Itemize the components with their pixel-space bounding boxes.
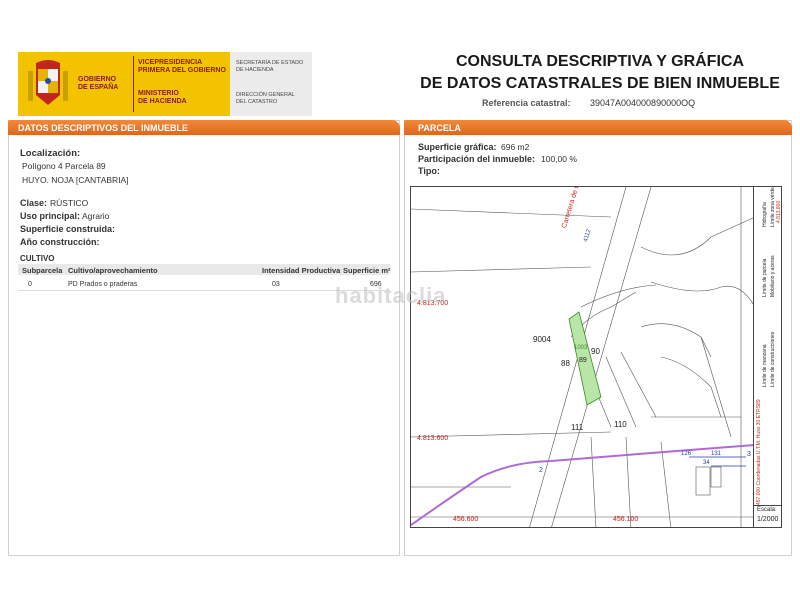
clase-label: Clase: — [20, 198, 48, 208]
ministerio-text: MINISTERIO DE HACIENDA — [138, 90, 187, 105]
participacion-value: 100,00 % — [541, 154, 577, 164]
parcela-panel-title: PARCELA — [418, 123, 461, 133]
superficie-grafica-label: Superficie gráfica: — [418, 142, 497, 152]
legend-red-coord: 4.813.800 — [776, 200, 782, 223]
doc-title-line2: DE DATOS CATASTRALES DE BIEN INMUEBLE — [420, 75, 780, 92]
descriptive-panel — [8, 120, 400, 556]
ref-value: 39047A004000890000OQ — [590, 98, 696, 108]
col-superficie: Superficie m² — [343, 266, 391, 275]
parcel-111: 111 — [571, 423, 584, 432]
clase-value: RÚSTICO — [50, 198, 89, 208]
header-divider — [133, 56, 134, 112]
parcel-110: 110 — [614, 420, 627, 429]
legend-mobiliario: Mobiliario y aceras — [770, 255, 776, 297]
tipo-label: Tipo: — [418, 166, 440, 176]
location-label: Localización: — [20, 148, 81, 159]
col-subparcela: Subparcela — [22, 266, 63, 275]
gov-name: GOBIERNO DE ESPAÑA — [78, 76, 119, 91]
parcel-1003: 1003 — [574, 345, 588, 351]
descriptive-panel-title: DATOS DESCRIPTIVOS DEL INMUEBLE — [18, 123, 189, 133]
legend-coords: 457.000 Coordenadas U.T.M. Huso 30 ETRS8… — [756, 399, 762, 505]
vicepresidencia-text: VICEPRESIDENCIA PRIMERA DEL GOBIERNO — [138, 59, 226, 74]
legend-construcciones: Límite de construcciones — [770, 331, 776, 387]
coord-y2: 4.813.600 — [417, 435, 449, 442]
coat-of-arms-icon — [28, 60, 68, 105]
legend-manzana: Límite de manzana — [762, 344, 768, 387]
participacion-label: Participación del inmueble: — [418, 154, 536, 164]
cultivo-label: CULTIVO — [20, 254, 55, 263]
parcel-2: 2 — [539, 467, 543, 474]
map-legend: 457.000 Coordenadas U.T.M. Huso 30 ETRS8… — [754, 186, 782, 528]
cell-cultivo: PD Prados o praderas — [68, 281, 138, 288]
parcel-126: 126 — [681, 451, 692, 457]
coord-x1: 456.600 — [453, 516, 479, 523]
scale-value: 1/2000 — [757, 516, 779, 523]
col-intensidad: Intensidad Productiva — [262, 266, 341, 275]
parcel-131: 131 — [711, 451, 722, 457]
uso-label: Uso principal: — [20, 211, 81, 221]
col-cultivo: Cultivo/aprovechamiento — [68, 266, 158, 275]
secretaria-text: SECRETARÍA DE ESTADO DE HACIENDA — [236, 60, 304, 73]
doc-title-line1: CONSULTA DESCRIPTIVA Y GRÁFICA — [455, 53, 744, 70]
parcel-3: 3 — [747, 451, 751, 458]
coord-x2: 456.100 — [613, 516, 639, 523]
parcel-90: 90 — [591, 347, 600, 356]
legend-hidrografia: Hidrografía — [762, 202, 768, 227]
parcela-panel-header — [404, 120, 792, 135]
cell-subparcela: 0 — [28, 281, 32, 288]
parcel-88: 88 — [561, 359, 570, 368]
parcel-34: 34 — [703, 460, 710, 466]
anio-construccion-label: Año construcción: — [20, 237, 100, 247]
uso-value: Agrario — [82, 211, 110, 221]
location-line1: Polígono 4 Parcela 89 — [22, 161, 106, 171]
direccion-text: DIRECCIÓN GENERAL DEL CATASTRO — [236, 92, 295, 105]
parcel-89: 89 — [579, 357, 587, 364]
scale-label: Escala: — [757, 507, 777, 513]
ref-label: Referencia catastral: — [482, 98, 571, 108]
cadastral-map[interactable]: Carretera de Castillo 4112 4.813.700 4.8… — [410, 186, 754, 528]
superficie-grafica-value: 696 m2 — [501, 142, 530, 152]
cell-intensidad: 03 — [272, 281, 280, 288]
superficie-construida-label: Superficie construida: — [20, 224, 116, 234]
location-line2: HUYO. NOJA [CANTABRIA] — [22, 175, 129, 185]
legend-parcela: Límite de parcela — [762, 258, 768, 297]
parcel-9004: 9004 — [533, 335, 551, 344]
watermark: habitaclia — [335, 283, 447, 308]
